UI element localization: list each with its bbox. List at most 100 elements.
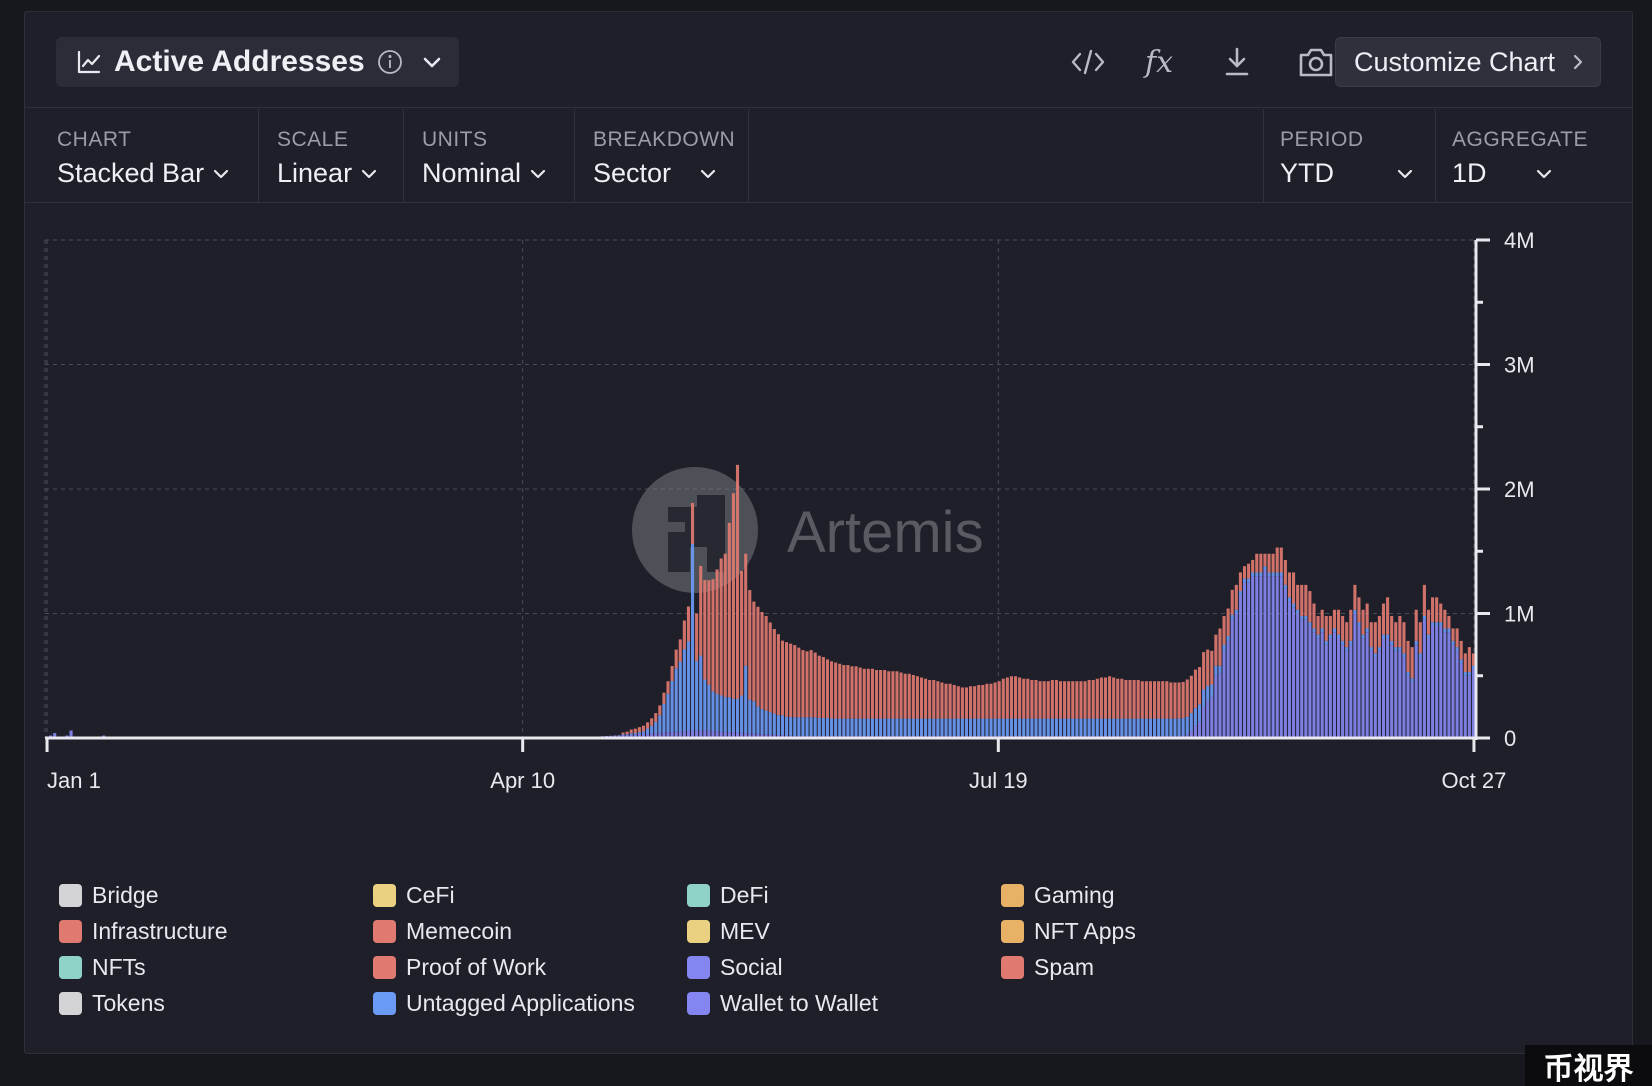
legend-label: Memecoin bbox=[406, 918, 513, 944]
legend-item[interactable]: Spam bbox=[1001, 954, 1094, 981]
bar-infrastructure bbox=[1083, 681, 1087, 719]
chart-panel: Active Addresses fx Customize Chart CHAR… bbox=[24, 11, 1633, 1054]
bar-untagged-applications bbox=[1345, 647, 1349, 651]
bar-untagged-applications bbox=[711, 691, 715, 732]
bar-infrastructure bbox=[891, 671, 895, 719]
bar-infrastructure bbox=[1112, 677, 1116, 719]
bar-untagged-applications bbox=[727, 697, 731, 733]
bar-untagged-applications bbox=[870, 718, 874, 737]
legend-swatch bbox=[1001, 884, 1024, 907]
bar-infrastructure bbox=[1320, 609, 1324, 629]
bar-untagged-applications bbox=[1197, 704, 1202, 722]
bar-infrastructure bbox=[1263, 553, 1267, 567]
bar-untagged-applications bbox=[707, 684, 711, 731]
bar-infrastructure bbox=[936, 681, 940, 719]
bar-untagged-applications bbox=[780, 715, 785, 736]
bar-infrastructure bbox=[1459, 640, 1463, 660]
bar-untagged-applications bbox=[1161, 718, 1165, 737]
bar-untagged-applications bbox=[1173, 718, 1177, 737]
legend-item[interactable]: Proof of Work bbox=[373, 954, 546, 981]
bar-untagged-applications bbox=[862, 718, 866, 737]
bar-wallet-to-wallet bbox=[1279, 576, 1283, 738]
x-tick-label: Oct 27 bbox=[1442, 768, 1507, 793]
bar-infrastructure bbox=[1214, 634, 1218, 666]
bar-untagged-applications bbox=[650, 725, 654, 734]
bar-untagged-applications bbox=[813, 717, 817, 737]
legend-item[interactable]: Wallet to Wallet bbox=[687, 990, 878, 1017]
bar-infrastructure bbox=[1193, 669, 1197, 709]
bar-untagged-applications bbox=[699, 655, 703, 731]
bar-wallet-to-wallet bbox=[1234, 613, 1238, 738]
bar-infrastructure bbox=[879, 670, 883, 719]
bar-untagged-applications bbox=[911, 718, 915, 737]
bar-untagged-applications bbox=[1373, 653, 1377, 658]
bar-untagged-applications bbox=[1324, 640, 1328, 645]
legend-item[interactable]: NFTs bbox=[59, 954, 146, 981]
bar-wallet-to-wallet bbox=[1353, 613, 1357, 738]
bar-infrastructure bbox=[944, 683, 948, 719]
bar-untagged-applications bbox=[1013, 718, 1018, 737]
bar-infrastructure bbox=[625, 731, 629, 735]
legend-item[interactable]: Tokens bbox=[59, 990, 165, 1017]
legend-item[interactable]: Social bbox=[687, 954, 783, 981]
bar-infrastructure bbox=[1353, 584, 1357, 610]
bar-untagged-applications bbox=[1054, 718, 1058, 737]
bar-infrastructure bbox=[1312, 603, 1316, 629]
bar-untagged-applications bbox=[735, 698, 740, 733]
legend-item[interactable]: Memecoin bbox=[373, 918, 512, 945]
bar-untagged-applications bbox=[1124, 718, 1128, 737]
bar-untagged-applications bbox=[625, 734, 629, 735]
bar-infrastructure bbox=[1218, 628, 1222, 666]
legend-item[interactable]: MEV bbox=[687, 918, 770, 945]
bar-infrastructure bbox=[1054, 679, 1058, 719]
bar-untagged-applications bbox=[1165, 718, 1169, 737]
y-tick-label: 0 bbox=[1504, 726, 1516, 751]
bar-untagged-applications bbox=[776, 715, 780, 736]
bar-infrastructure bbox=[1165, 681, 1169, 719]
bar-infrastructure bbox=[989, 683, 993, 719]
bar-infrastructure bbox=[1095, 678, 1099, 719]
bar-untagged-applications bbox=[1463, 672, 1467, 676]
bar-infrastructure bbox=[887, 671, 891, 719]
bar-infrastructure bbox=[1103, 677, 1108, 719]
bar-infrastructure bbox=[707, 580, 711, 685]
bar-infrastructure bbox=[1189, 675, 1193, 714]
bar-wallet-to-wallet bbox=[1443, 632, 1447, 738]
legend-label: Wallet to Wallet bbox=[720, 990, 879, 1016]
legend-item[interactable]: Bridge bbox=[59, 882, 158, 909]
legend-item[interactable]: Infrastructure bbox=[59, 918, 228, 945]
bar-wallet-to-wallet bbox=[1349, 644, 1353, 738]
legend-label: Gaming bbox=[1034, 882, 1115, 908]
bar-infrastructure bbox=[1034, 679, 1038, 719]
bar-wallet-to-wallet bbox=[1292, 607, 1296, 738]
bar-infrastructure bbox=[1153, 681, 1157, 719]
bar-untagged-applications bbox=[1459, 659, 1463, 664]
legend-item[interactable]: DeFi bbox=[687, 882, 769, 909]
legend-item[interactable]: NFT Apps bbox=[1001, 918, 1136, 945]
bar-untagged-applications bbox=[1341, 640, 1345, 645]
bar-untagged-applications bbox=[1067, 718, 1071, 737]
bar-untagged-applications bbox=[1398, 647, 1402, 651]
y-tick-label: 2M bbox=[1504, 477, 1535, 502]
bar-untagged-applications bbox=[1112, 718, 1116, 737]
bar-infrastructure bbox=[825, 659, 830, 718]
bar-untagged-applications bbox=[883, 718, 887, 737]
bar-wallet-to-wallet bbox=[1287, 601, 1292, 738]
bar-infrastructure bbox=[1132, 679, 1136, 719]
bar-infrastructure bbox=[952, 684, 956, 719]
bar-infrastructure bbox=[760, 612, 764, 710]
bar-untagged-applications bbox=[1005, 718, 1009, 737]
bar-untagged-applications bbox=[887, 718, 891, 737]
legend-item[interactable]: Untagged Applications bbox=[373, 990, 635, 1017]
legend-item[interactable]: Gaming bbox=[1001, 882, 1115, 909]
bar-untagged-applications bbox=[801, 717, 805, 737]
bar-infrastructure bbox=[715, 569, 719, 694]
bar-infrastructure bbox=[727, 522, 731, 698]
bar-untagged-applications bbox=[674, 668, 678, 732]
bar-untagged-applications bbox=[1287, 597, 1292, 602]
bar-infrastructure bbox=[1390, 615, 1394, 641]
bar-infrastructure bbox=[817, 655, 821, 718]
legend-item[interactable]: CeFi bbox=[373, 882, 455, 909]
bar-infrastructure bbox=[797, 647, 801, 718]
bar-infrastructure bbox=[956, 686, 960, 719]
